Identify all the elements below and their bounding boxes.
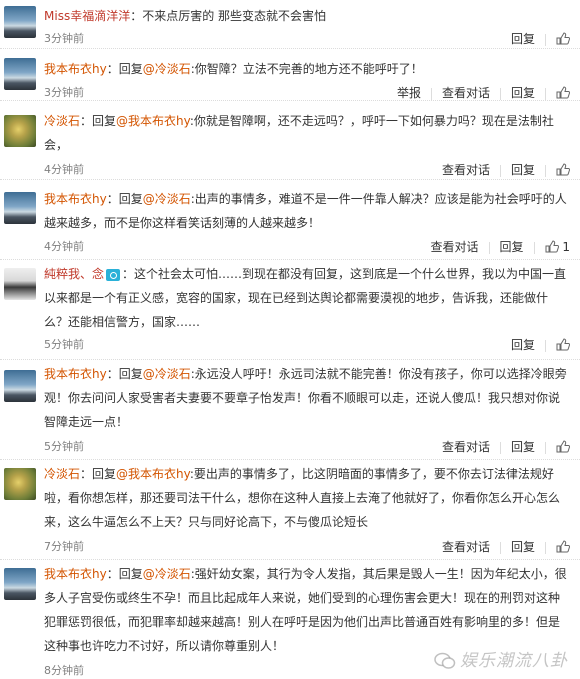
reply-prefix: ：回复 <box>106 62 143 76</box>
comment-text: 我本布衣hy：回复@冷淡石:永远没人呼吁！永远司法就不能完善！你没有孩子，你可以… <box>44 362 570 434</box>
comment-text: 我本布衣hy：回复@冷淡石:强奸幼女案，其行为令人发指，其后果是毁人一生！因为年… <box>44 562 570 658</box>
reply-button[interactable]: 回复 <box>511 86 535 100</box>
reply-button[interactable]: 回复 <box>511 338 535 352</box>
comment-actions: 查看对话 回复 <box>442 161 571 179</box>
comment-username[interactable]: 純粹我、念 <box>44 267 104 281</box>
report-button[interactable]: 举报 <box>397 86 421 100</box>
comment-text: 我本布衣hy：回复@冷淡石:出声的事情多，难道不是一件一件靠人解决？应该是能为社… <box>44 187 570 235</box>
comment-body: :你智障？立法不完善的地方还不能呼吁了！ <box>190 62 423 76</box>
like-icon[interactable] <box>556 162 571 179</box>
comment-time: 5分钟前 <box>44 338 84 351</box>
reply-button[interactable]: 回复 <box>511 440 535 454</box>
comment-username[interactable]: 我本布衣hy <box>44 192 107 206</box>
comment-text: 我本布衣hy：回复@冷淡石:你智障？立法不完善的地方还不能呼吁了！ <box>44 57 570 81</box>
like-icon[interactable] <box>556 85 571 102</box>
comment-time: 3分钟前 <box>44 32 84 45</box>
comment-actions: 查看对话 回复 <box>442 538 571 556</box>
comment-item: 我本布衣hy：回复@冷淡石:永远没人呼吁！永远司法就不能完善！你没有孩子，你可以… <box>0 360 580 460</box>
avatar[interactable] <box>4 568 36 600</box>
comment-username[interactable]: 冷淡石 <box>44 114 80 128</box>
watermark: 娱乐潮流八卦 <box>434 646 568 671</box>
comment-item: 我本布衣hy：回复@冷淡石:你智障？立法不完善的地方还不能呼吁了！ 3分钟前 举… <box>0 49 580 101</box>
comment-username[interactable]: 我本布衣hy <box>44 567 107 581</box>
avatar[interactable] <box>4 468 36 500</box>
comment-actions: 查看对话 回复 1 <box>431 238 570 256</box>
reply-mention-link[interactable]: @冷淡石 <box>143 62 191 76</box>
watermark-text: 娱乐潮流八卦 <box>460 651 568 671</box>
comment-actions: 举报 查看对话 回复 <box>397 84 571 102</box>
view-conversation-button[interactable]: 查看对话 <box>442 86 490 100</box>
comment-text: 冷淡石：回复@我本布衣hy:要出声的事情多了，比这阴暗面的事情多了，要不你去订法… <box>44 462 570 534</box>
like-icon[interactable] <box>556 439 571 456</box>
comment-actions: 查看对话 回复 <box>442 438 571 456</box>
comment-username[interactable]: 冷淡石 <box>44 467 80 481</box>
like-count: 1 <box>562 240 570 254</box>
reply-mention-link[interactable]: @我本布衣hy <box>116 114 190 128</box>
reply-prefix: ：回复 <box>80 467 117 481</box>
avatar[interactable] <box>4 268 36 300</box>
like-icon[interactable] <box>545 239 559 256</box>
comment-body: ：不来点厉害的 那些变态就不会害怕 <box>130 9 327 23</box>
reply-prefix: ：回复 <box>106 567 143 581</box>
comment-actions: 回复 <box>511 336 571 354</box>
reply-prefix: ：回复 <box>80 114 117 128</box>
camera-icon <box>106 268 121 281</box>
reply-mention-link[interactable]: @冷淡石 <box>143 367 191 381</box>
reply-prefix: ：回复 <box>106 367 143 381</box>
view-conversation-button[interactable]: 查看对话 <box>442 440 490 454</box>
avatar[interactable] <box>4 6 36 38</box>
reply-button[interactable]: 回复 <box>511 163 535 177</box>
like-icon[interactable] <box>556 31 571 48</box>
comment-text: Miss幸福滴洋洋：不来点厉害的 那些变态就不会害怕 <box>44 4 570 28</box>
comment-item: 冷淡石：回复@我本布衣hy:你就是智障啊，还不走远吗？，呼吁一下如何暴力吗？现在… <box>0 101 580 180</box>
comment-username[interactable]: Miss幸福滴洋洋 <box>44 9 130 23</box>
comment-item: 我本布衣hy：回复@冷淡石:出声的事情多，难道不是一件一件靠人解决？应该是能为社… <box>0 180 580 260</box>
comment-item: Miss幸福滴洋洋：不来点厉害的 那些变态就不会害怕 3分钟前 回复 <box>0 0 580 49</box>
avatar[interactable] <box>4 115 36 147</box>
view-conversation-button[interactable]: 查看对话 <box>431 240 479 254</box>
comment-username[interactable]: 我本布衣hy <box>44 367 107 381</box>
avatar[interactable] <box>4 192 36 224</box>
like-icon[interactable] <box>556 539 571 556</box>
reply-button[interactable]: 回复 <box>511 540 535 554</box>
view-conversation-button[interactable]: 查看对话 <box>442 163 490 177</box>
comment-time: 8分钟前 <box>44 664 84 677</box>
comment-text: 純粹我、念 ：这个社会太可怕……到现在都没有回复，这到底是一个什么世界，我以为中国… <box>44 262 570 334</box>
comment-time: 3分钟前 <box>44 86 84 99</box>
reply-mention-link[interactable]: @我本布衣hy <box>116 467 190 481</box>
comment-time: 7分钟前 <box>44 540 84 553</box>
reply-mention-link[interactable]: @冷淡石 <box>143 567 191 581</box>
comment-time: 4分钟前 <box>44 163 84 176</box>
view-conversation-button[interactable]: 查看对话 <box>442 540 490 554</box>
comment-item: 冷淡石：回复@我本布衣hy:要出声的事情多了，比这阴暗面的事情多了，要不你去订法… <box>0 460 580 560</box>
comment-body: ：这个社会太可怕……到现在都没有回复，这到底是一个什么世界，我以为中国一直以来都… <box>44 267 567 329</box>
like-icon[interactable] <box>556 337 571 354</box>
comment-username[interactable]: 我本布衣hy <box>44 62 107 76</box>
reply-button[interactable]: 回复 <box>500 240 524 254</box>
wechat-icon <box>434 652 456 670</box>
comment-time: 5分钟前 <box>44 440 84 453</box>
avatar[interactable] <box>4 370 36 402</box>
reply-prefix: ：回复 <box>106 192 143 206</box>
comment-time: 4分钟前 <box>44 240 84 253</box>
comment-actions: 回复 <box>511 30 571 48</box>
comment-item: 純粹我、念 ：这个社会太可怕……到现在都没有回复，这到底是一个什么世界，我以为中国… <box>0 260 580 360</box>
reply-mention-link[interactable]: @冷淡石 <box>143 192 191 206</box>
avatar[interactable] <box>4 58 36 90</box>
reply-button[interactable]: 回复 <box>511 32 535 46</box>
comment-text: 冷淡石：回复@我本布衣hy:你就是智障啊，还不走远吗？，呼吁一下如何暴力吗？现在… <box>44 109 570 157</box>
